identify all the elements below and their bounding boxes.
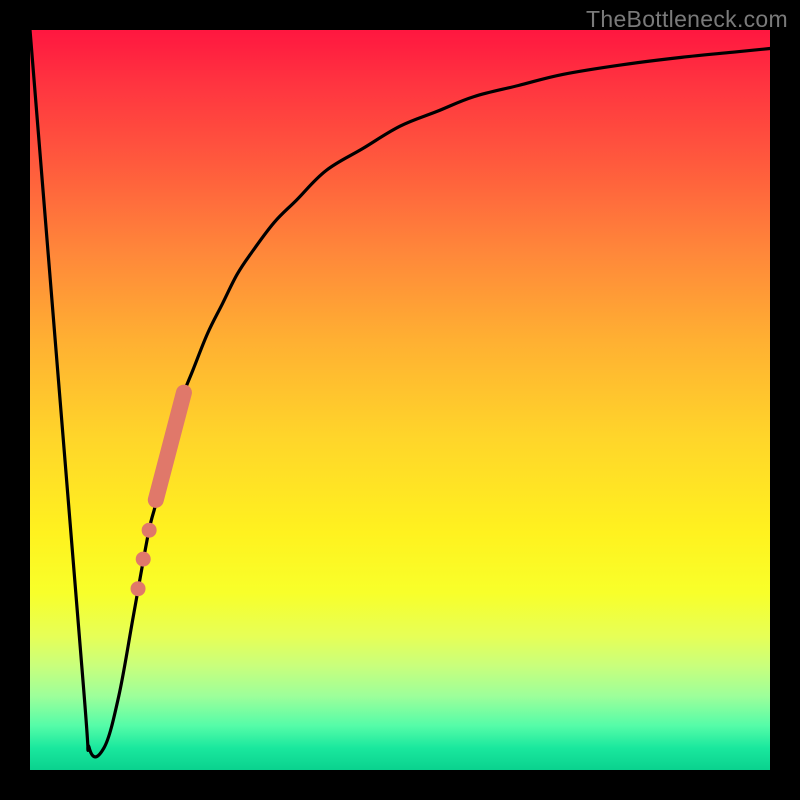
watermark-text: TheBottleneck.com xyxy=(586,6,788,33)
bottleneck-curve xyxy=(30,30,770,757)
chart-container: TheBottleneck.com xyxy=(0,0,800,800)
plot-surface xyxy=(30,30,770,770)
highlight-dot xyxy=(142,523,157,538)
highlight-dot xyxy=(131,581,146,596)
highlight-segment xyxy=(156,393,184,500)
highlight-dot xyxy=(136,552,151,567)
